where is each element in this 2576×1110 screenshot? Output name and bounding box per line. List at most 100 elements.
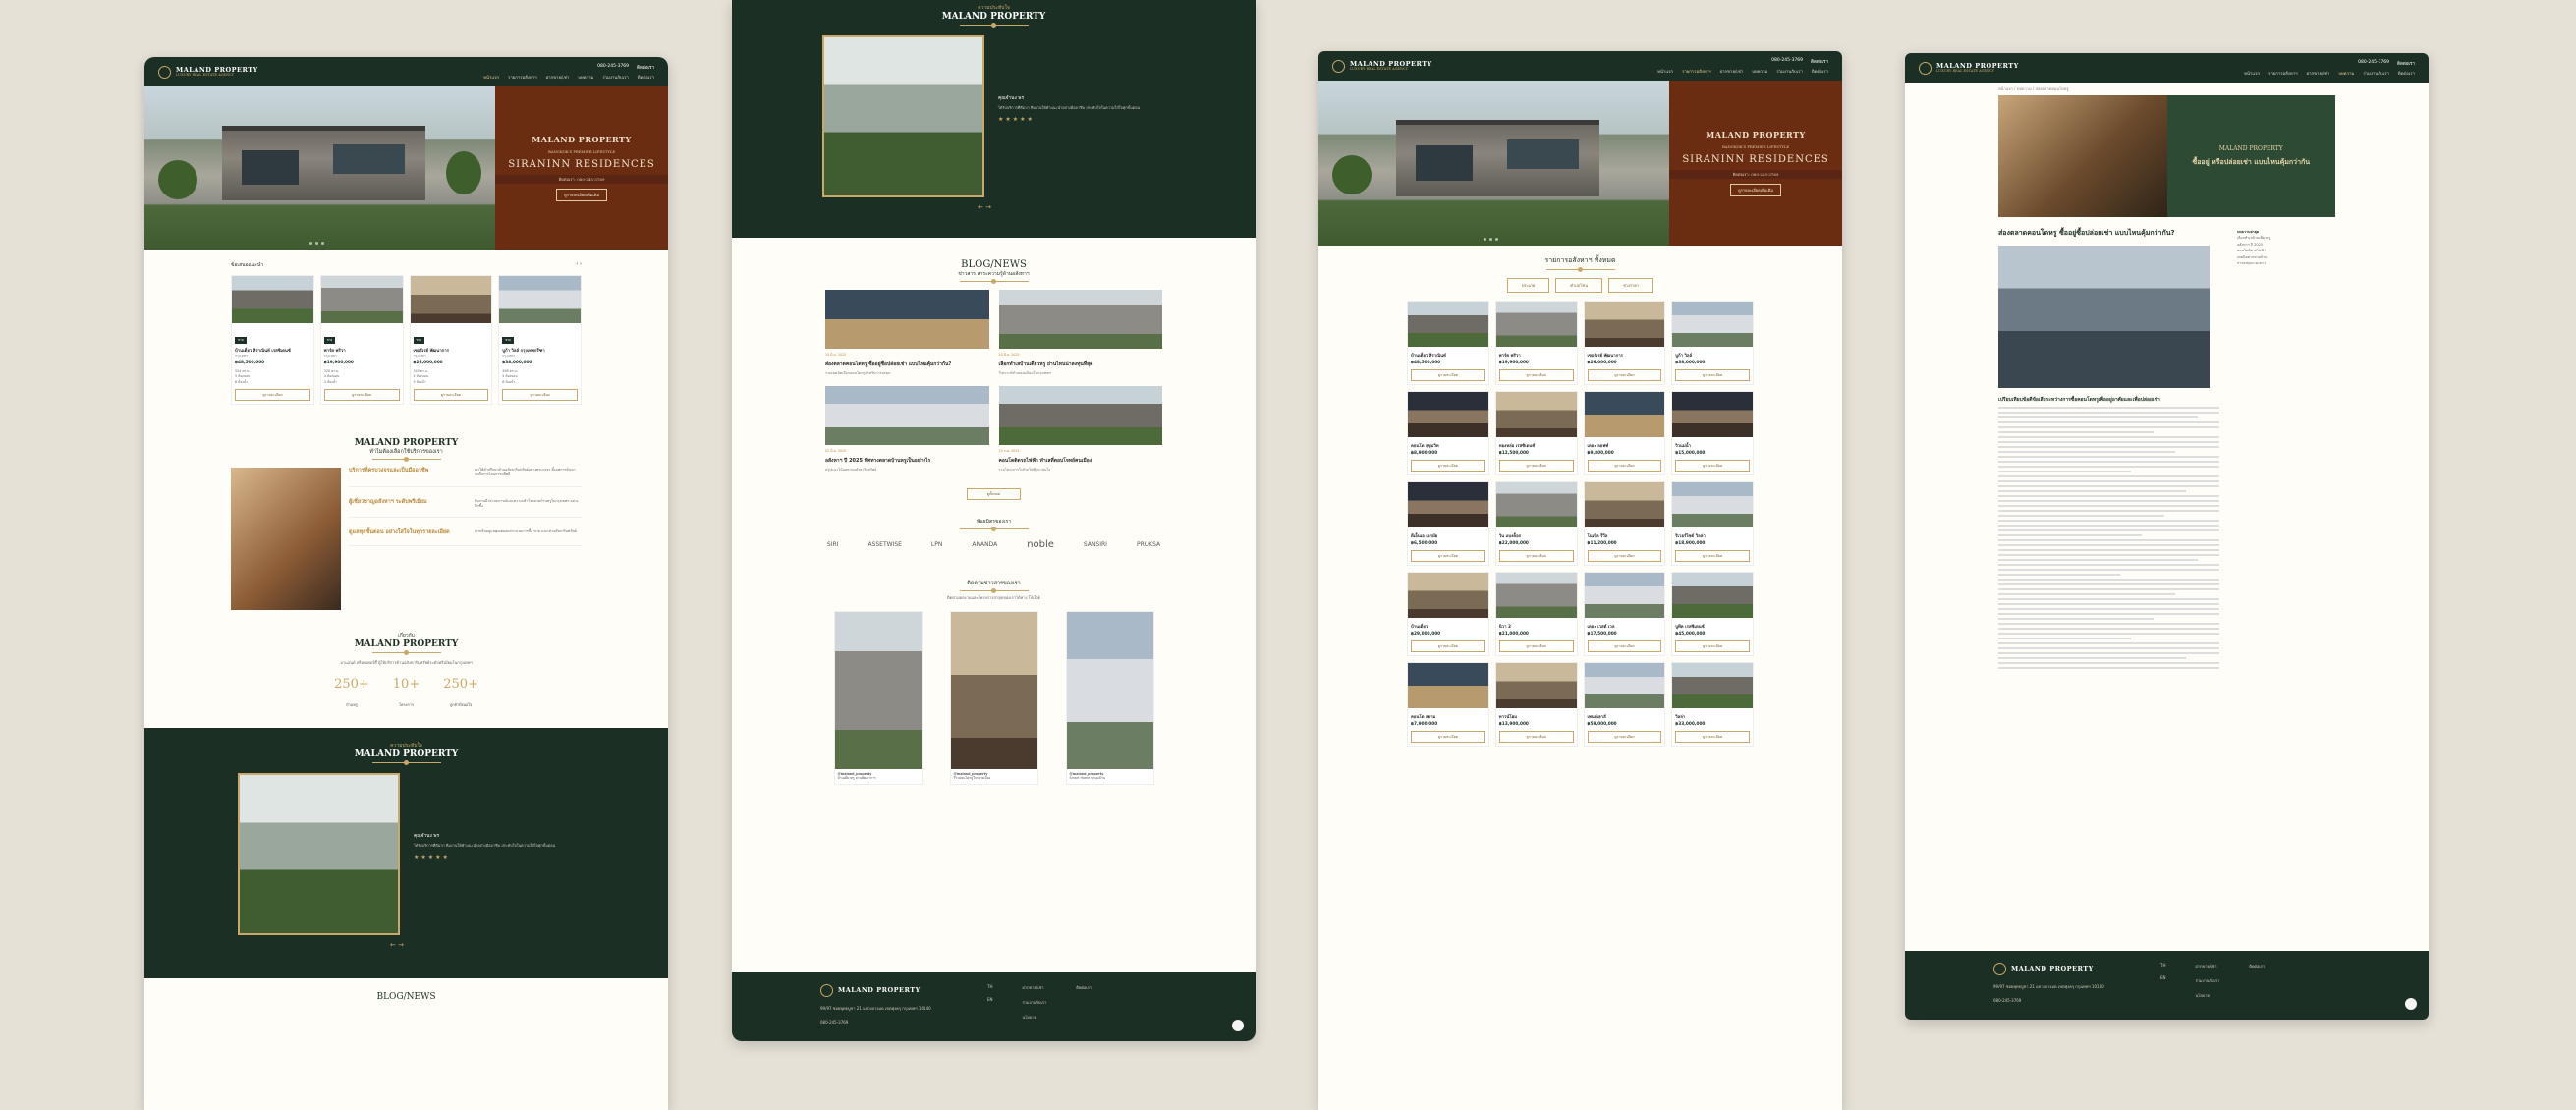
blog-view-all-button[interactable]: ดูทั้งหมด [966, 487, 1022, 500]
listing-card[interactable]: คอนโด สุขุมวิท ฿8,900,000 ดูรายละเอียด [1407, 391, 1489, 475]
footer-link[interactable]: นโยบาย [2196, 992, 2220, 999]
phone-link[interactable]: 080-245-3769 [1771, 58, 1803, 65]
footer-link[interactable]: ฝากขาย/เช่า [1023, 984, 1047, 991]
listing-card[interactable]: พาร์ค พริวา ฿19,900,000 ดูรายละเอียด [1494, 301, 1578, 385]
listing-detail-button[interactable]: ดูรายละเอียด [1587, 369, 1662, 381]
nav-articles[interactable]: บทความ [1752, 68, 1767, 75]
nav-home[interactable]: หน้าแรก [1657, 68, 1673, 75]
footer-link[interactable]: ร่วมงานกับเรา [2196, 977, 2220, 984]
blog-card[interactable]: 10 มี.ค. 2025 เลือกทำเลบ้านเดี่ยวหรู ย่าน… [998, 290, 1163, 376]
lang-th[interactable]: TH [987, 984, 993, 989]
tiktok-card[interactable]: @maland_property รีวิวคอนโดหรูใจกลางเมือง [949, 610, 1038, 786]
nav-home[interactable]: หน้าแรก [483, 74, 499, 81]
listing-card[interactable]: บ้านเดี่ยว สิราณินท์ ฿48,500,000 ดูรายละเอ… [1407, 301, 1489, 385]
listing-detail-button[interactable]: ดูรายละเอียด [1411, 640, 1485, 652]
tiktok-card[interactable]: @maland_property บ้านเดี่ยวหรู ย่านพัฒนาก… [833, 610, 923, 786]
listing-card[interactable]: ทองหล่อ เรสซิเดนซ์ ฿12,500,000 ดูรายละเอีย… [1494, 391, 1578, 475]
brand-logo[interactable]: MALAND PROPERTY LUXURY REAL ESTATE AGENCY [158, 65, 258, 79]
footer-link[interactable]: ฝากขาย/เช่า [2196, 963, 2220, 970]
line-contact-link[interactable]: ติดต่อเรา [1811, 58, 1828, 65]
footer-line-link[interactable]: ติดต่อเรา [1076, 984, 1092, 991]
listing-card[interactable]: เดอะ เวสต์ เวล ฿17,500,000 ดูรายละเอียด [1583, 572, 1666, 656]
blog-card[interactable]: 25 ก.พ. 2025 คอนโดติดรถไฟฟ้า ทำเลที่ตอบโจ… [998, 385, 1163, 472]
listing-detail-button[interactable]: ดูรายละเอียด [1411, 550, 1485, 562]
nav-listings[interactable]: รายการอสังหาฯ [2268, 70, 2298, 77]
carousel-arrows[interactable]: ‹ › [576, 261, 582, 269]
listing-detail-button[interactable]: ดูรายละเอียด [1675, 369, 1750, 381]
listing-detail-button[interactable]: ดูรายละเอียด [1498, 640, 1574, 652]
nav-careers[interactable]: ร่วมงานกับเรา [2363, 70, 2389, 77]
lang-th[interactable]: TH [2160, 963, 2166, 968]
listing-card[interactable]: ขาย บูก้า วิลล์ กรุงเทพกรีฑา กรุงเทพฯ ฿38,0… [498, 275, 582, 405]
breadcrumb[interactable]: หน้าแรก / บทความ / ส่องตลาดคอนโดหรู [1905, 83, 2429, 95]
footer-phone[interactable]: 080-245-3769 [820, 1020, 958, 1025]
testimonial-arrows[interactable]: ← → [978, 203, 1256, 211]
filter-price[interactable]: ช่วงราคา [1607, 278, 1654, 293]
listing-card[interactable]: นิวา 2 ฿21,000,000 ดูรายละเอียด [1494, 572, 1578, 656]
sidebar-link[interactable]: การลงทุนระยะยาว [2237, 260, 2335, 266]
listing-detail-button[interactable]: ดูรายละเอียด [1675, 640, 1750, 652]
listing-detail-button[interactable]: ดูรายละเอียด [1498, 369, 1574, 381]
listing-card[interactable]: บ้านเดี่ยว ฿29,000,000 ดูรายละเอียด [1407, 572, 1489, 656]
blog-card[interactable]: 15 มี.ค. 2025 ส่องตลาดคอนโดหรู ซื้ออยู่ซื… [825, 290, 989, 376]
listing-card[interactable]: ขาย พาร์ค พริวา กรุงเทพฯ ฿19,900,000 320 ตร.… [319, 275, 404, 405]
listing-card[interactable]: ดีเอ็นเอ เอกมัย ฿6,500,000 ดูรายละเอียด [1407, 481, 1489, 566]
blog-post-title[interactable]: อสังหาฯ ปี 2025 ทิศทางตลาดบ้านหรูเป็นอย่… [825, 458, 989, 465]
nav-consign[interactable]: ฝากขาย/เช่า [2307, 70, 2330, 77]
nav-listings[interactable]: รายการอสังหาฯ [1682, 68, 1711, 75]
hero-cta-button[interactable]: ดูรายละเอียดเพิ่มเติม [556, 189, 607, 202]
blog-post-title[interactable]: เลือกทำเลบ้านเดี่ยวหรู ย่านไหนน่าลงทุนที… [999, 361, 1163, 368]
carousel-dots[interactable] [308, 242, 324, 245]
listing-card[interactable]: บูก้า วิลล์ ฿38,000,000 ดูรายละเอียด [1671, 301, 1754, 385]
nav-contact[interactable]: ติดต่อเรา [2398, 70, 2415, 77]
listing-card[interactable]: โนเบิล รีวีล ฿11,200,000 ดูรายละเอียด [1583, 481, 1666, 566]
lang-en[interactable]: EN [987, 997, 993, 1002]
listing-detail-button[interactable]: ดูรายละเอียด [1675, 460, 1750, 472]
listing-card[interactable]: เดอะ ลอฟท์ ฿9,800,000 ดูรายละเอียด [1583, 391, 1666, 475]
listing-detail-button[interactable]: ดูรายละเอียด [323, 388, 400, 401]
listing-detail-button[interactable]: ดูรายละเอียด [1587, 731, 1662, 743]
listing-detail-button[interactable]: ดูรายละเอียด [1498, 550, 1574, 562]
nav-consign[interactable]: ฝากขาย/เช่า [546, 74, 570, 81]
listing-card[interactable]: วิลล่า ฿33,000,000 ดูรายละเอียด [1671, 662, 1754, 747]
filter-location[interactable]: ทำเล/โซน [1555, 278, 1602, 293]
nav-careers[interactable]: ร่วมงานกับเรา [1776, 68, 1803, 75]
carousel-dots[interactable] [1483, 238, 1498, 241]
footer-phone[interactable]: 080-245-3769 [1993, 998, 2131, 1003]
listing-card[interactable]: วิวแม่น้ำ ฿15,000,000 ดูรายละเอียด [1671, 391, 1754, 475]
listing-card[interactable]: ริเวอร์ไซด์ วิลล่า ฿18,900,000 ดูรายละเอีย… [1671, 481, 1754, 566]
nav-consign[interactable]: ฝากขาย/เช่า [1720, 68, 1744, 75]
footer-line-link[interactable]: ติดต่อเรา [2249, 963, 2265, 970]
listing-detail-button[interactable]: ดูรายละเอียด [1675, 550, 1750, 562]
listing-detail-button[interactable]: ดูรายละเอียด [413, 388, 489, 401]
nav-listings[interactable]: รายการอสังหาฯ [508, 74, 537, 81]
listing-detail-button[interactable]: ดูรายละเอียด [1587, 640, 1662, 652]
listing-card[interactable]: บูทีค เรสซิเดนซ์ ฿45,000,000 ดูรายละเอียด [1671, 572, 1754, 656]
tiktok-card[interactable]: @maland_property Smart Home ทุกมุมบ้าน [1065, 610, 1154, 786]
listing-card[interactable]: คอนโด สยาม ฿7,900,000 ดูรายละเอียด [1407, 662, 1489, 747]
listing-detail-button[interactable]: ดูรายละเอียด [1498, 731, 1574, 743]
listing-card[interactable]: เพนท์เฮาส์ ฿59,000,000 ดูรายละเอียด [1583, 662, 1666, 747]
nav-careers[interactable]: ร่วมงานกับเรา [602, 74, 629, 81]
testimonial-arrows[interactable]: ← → [390, 941, 668, 949]
brand-logo[interactable]: MALAND PROPERTY LUXURY REAL ESTATE AGENCY [1332, 59, 1432, 73]
listing-card[interactable]: เซอร์เรย์ พัฒนาการ ฿26,000,000 ดูรายละเอีย… [1583, 301, 1666, 385]
line-contact-link[interactable]: ติดต่อเรา [637, 64, 654, 71]
line-contact-link[interactable]: ติดต่อเรา [2397, 60, 2415, 67]
listing-detail-button[interactable]: ดูรายละเอียด [1411, 731, 1485, 743]
nav-articles[interactable]: บทความ [2338, 70, 2354, 77]
listing-card[interactable]: ขาย บ้านเดี่ยว สิราณินท์ เรสซิเดนซ์ กรุงเท… [231, 275, 314, 405]
listing-detail-button[interactable]: ดูรายละเอียด [1498, 460, 1574, 472]
nav-contact[interactable]: ติดต่อเรา [638, 74, 654, 81]
nav-contact[interactable]: ติดต่อเรา [1812, 68, 1828, 75]
listing-detail-button[interactable]: ดูรายละเอียด [1411, 369, 1485, 381]
nav-home[interactable]: หน้าแรก [2244, 70, 2260, 77]
listing-card[interactable]: ขาย เซอร์เรย์ พัฒนาการ กรุงเทพฯ ฿26,000,000… [409, 275, 493, 405]
phone-link[interactable]: 080-245-3769 [2358, 60, 2389, 67]
blog-post-title[interactable]: คอนโดติดรถไฟฟ้า ทำเลที่ตอบโจทย์คนเมือง [999, 458, 1163, 465]
chat-icon[interactable] [1230, 1018, 1246, 1033]
phone-link[interactable]: 080-245-3769 [597, 64, 629, 71]
blog-card[interactable]: 02 มี.ค. 2025 อสังหาฯ ปี 2025 ทิศทางตลาดบ… [825, 385, 989, 472]
lang-en[interactable]: EN [2160, 975, 2166, 980]
listing-detail-button[interactable]: ดูรายละเอียด [1411, 460, 1485, 472]
